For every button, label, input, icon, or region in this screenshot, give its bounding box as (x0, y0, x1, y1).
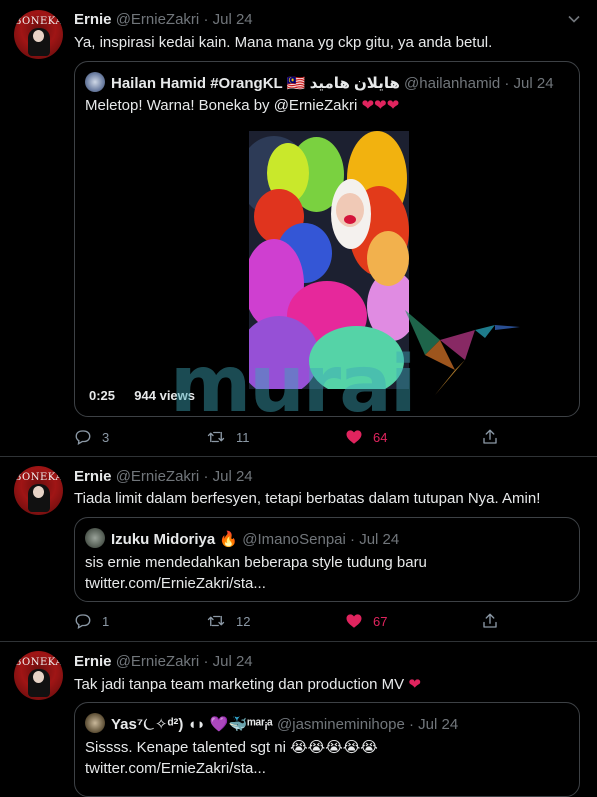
quoted-tweet-header: Hailan Hamid #OrangKL 🇲🇾 هايلان هاميد @h… (85, 72, 554, 92)
quoted-date: Jul 24 (418, 716, 459, 733)
retweet-count: 11 (236, 429, 250, 445)
avatar-face (33, 486, 44, 498)
crying-emojis: 😭😭😭😭😭 (290, 739, 378, 756)
quoted-author-handle: @hailanhamid (404, 75, 501, 92)
reply-icon (75, 614, 91, 630)
tweet-2[interactable]: BONEKA Ernie @ErnieZakri · Jul 24 Tiada … (0, 457, 597, 640)
tweet-text: Tiada limit dalam berfesyen, tetapi berb… (74, 490, 541, 507)
tweet-header: Ernie @ErnieZakri · Jul 24 (74, 11, 253, 28)
author-handle[interactable]: @ErnieZakri (116, 468, 200, 485)
tweet-actions: 3 11 64 (74, 428, 504, 448)
flag-icon: 🇲🇾 (286, 75, 306, 92)
quoted-avatar (85, 528, 105, 548)
avatar[interactable]: BONEKA (14, 10, 63, 59)
like-button[interactable]: 67 (345, 612, 387, 630)
tweet-actions: 1 12 67 (74, 612, 504, 632)
tweet-text: Tak jadi tanpa team marketing dan produc… (74, 676, 405, 693)
share-button[interactable] (481, 612, 499, 630)
reply-button[interactable]: 3 (74, 428, 109, 446)
separator-dot: · (203, 11, 209, 28)
quoted-author-name: Yas⁷⏾✧ᵈ²) ◖◗ 💜🐳ᵐᵃʳᵢᵃ (111, 716, 273, 733)
fire-icon: 🔥 (219, 531, 239, 548)
separator-dot: · (203, 468, 209, 485)
quoted-text: Sissss. Kenape talented sgt ni (85, 739, 286, 756)
avatar-text: BONEKA (14, 16, 63, 27)
quoted-text: sis ernie mendedahkan beberapa style tud… (85, 554, 427, 571)
retweet-count: 12 (236, 613, 251, 629)
tweet-text-line: Tak jadi tanpa team marketing dan produc… (74, 675, 421, 693)
tweet-header: Ernie @ErnieZakri · Jul 24 (74, 653, 253, 670)
separator-dot: · (504, 75, 510, 92)
author-handle[interactable]: @ErnieZakri (116, 653, 200, 670)
watermark-text: murai (170, 340, 417, 430)
avatar[interactable]: BONEKA (14, 466, 63, 515)
tweet-date[interactable]: Jul 24 (213, 11, 253, 28)
retweet-icon (207, 615, 225, 627)
tweet-date[interactable]: Jul 24 (213, 468, 253, 485)
chevron-down-icon[interactable] (567, 12, 581, 29)
separator-dot: · (408, 716, 414, 733)
video-shape (367, 231, 409, 286)
quoted-text: Meletop! Warna! Boneka by @ErnieZakri (85, 97, 358, 114)
like-count: 67 (373, 613, 388, 629)
quoted-tweet[interactable]: Izuku Midoriya 🔥 @ImanoSenpai · Jul 24 s… (74, 517, 580, 602)
heart-icon (346, 430, 362, 444)
hearts-emoji: ❤❤❤ (361, 97, 400, 114)
quoted-date: Jul 24 (513, 75, 554, 92)
quoted-text-line: Sissss. Kenape talented sgt ni 😭😭😭😭😭 (85, 738, 378, 758)
quoted-link[interactable]: twitter.com/ErnieZakri/sta... (85, 759, 266, 779)
tweet-3[interactable]: BONEKA Ernie @ErnieZakri · Jul 24 Tak ja… (0, 642, 597, 797)
quoted-tweet-header: Yas⁷⏾✧ᵈ²) ◖◗ 💜🐳ᵐᵃʳᵢᵃ @jasmineminihope · … (85, 713, 458, 733)
reply-button[interactable]: 1 (74, 612, 109, 630)
quoted-link[interactable]: twitter.com/ErnieZakri/sta... (85, 574, 266, 594)
quoted-author-handle: @ImanoSenpai (242, 531, 346, 548)
author-name[interactable]: Ernie (74, 11, 112, 28)
quoted-author-arabic: هايلان هاميد (309, 75, 400, 92)
video-duration: 0:25 (89, 388, 116, 403)
quoted-avatar (85, 713, 105, 733)
like-count: 64 (373, 429, 388, 445)
retweet-button[interactable]: 11 (206, 428, 250, 446)
heart-emoji: ❤ (408, 676, 421, 693)
avatar-text: BONEKA (14, 472, 63, 483)
share-button[interactable] (481, 428, 499, 446)
quoted-tweet-header: Izuku Midoriya 🔥 @ImanoSenpai · Jul 24 (85, 528, 399, 548)
tweet-text: Ya, inspirasi kedai kain. Mana mana yg c… (74, 34, 493, 51)
quoted-author-handle: @jasmineminihope (277, 716, 405, 733)
separator-dot: · (203, 653, 209, 670)
heart-icon (346, 614, 362, 628)
retweet-icon (207, 431, 225, 443)
author-handle[interactable]: @ErnieZakri (116, 11, 200, 28)
author-name[interactable]: Ernie (74, 653, 112, 670)
tweet-date[interactable]: Jul 24 (213, 653, 253, 670)
reply-count: 3 (102, 429, 110, 445)
quoted-author-name: Hailan Hamid #OrangKL (111, 75, 283, 92)
reply-count: 1 (102, 613, 110, 629)
quoted-avatar (85, 72, 105, 92)
share-icon (483, 613, 497, 628)
watermark-bird-logo (405, 310, 520, 395)
reply-icon (75, 430, 91, 446)
like-button[interactable]: 64 (345, 428, 387, 446)
avatar[interactable]: BONEKA (14, 651, 63, 700)
tweet-header: Ernie @ErnieZakri · Jul 24 (74, 468, 253, 485)
separator-dot: · (350, 531, 356, 548)
quoted-author-name: Izuku Midoriya (111, 531, 216, 548)
author-name[interactable]: Ernie (74, 468, 112, 485)
video-shape (344, 215, 356, 224)
avatar-face (33, 671, 44, 683)
avatar-face (33, 30, 44, 42)
share-icon (483, 429, 497, 444)
avatar-text: BONEKA (14, 657, 63, 668)
retweet-button[interactable]: 12 (206, 612, 250, 630)
quoted-text-line: Meletop! Warna! Boneka by @ErnieZakri ❤❤… (85, 96, 399, 116)
quoted-date: Jul 24 (359, 531, 400, 548)
